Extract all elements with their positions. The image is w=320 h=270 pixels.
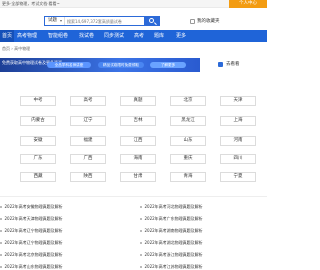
search-bar: 试题 (44, 16, 160, 26)
province-cell[interactable]: 河南 (220, 136, 256, 146)
bullet-icon (140, 266, 142, 268)
province-cell[interactable]: 内蒙古 (20, 116, 56, 126)
bullet-icon (140, 242, 142, 244)
list-item[interactable]: 2022年高考天津物理真题及解析 (0, 216, 63, 224)
list-item[interactable]: 2022年高考湖南物理真题及解析 (140, 228, 203, 236)
list-item[interactable]: 2022年高考湖北物理真题及解析 (140, 240, 203, 248)
bullet-icon (140, 206, 142, 208)
province-cell[interactable]: 真题 (120, 96, 156, 106)
main-nav: 首页 高考物理 智能组卷 找试卷 同步测试 高考 题库 更多 (0, 30, 267, 42)
province-cell[interactable]: 上海 (220, 116, 256, 126)
side-link[interactable]: 去看看 (218, 61, 240, 67)
province-cell[interactable]: 黑龙江 (170, 116, 206, 126)
province-cell[interactable]: 高考 (70, 96, 106, 106)
province-cell[interactable]: 山东 (170, 136, 206, 146)
site-slogan: 更多·全部物理，考试文档·看看~ (2, 1, 60, 6)
province-cell[interactable]: 西藏 (20, 172, 56, 182)
list-item[interactable]: 2022年高考安徽物理真题及解析 (0, 204, 63, 212)
list-item[interactable]: 2022年高考广东物理真题及解析 (140, 216, 203, 224)
nav-item-more[interactable]: 更多 (176, 30, 186, 42)
top-strip: 更多·全部物理，考试文档·看看~ 个人中心 (0, 0, 267, 8)
search-scope-select[interactable]: 试题 (45, 17, 65, 25)
list-item-label: 2022年高考广东物理真题及解析 (144, 216, 203, 221)
list-item[interactable]: 2022年高考浙江物理真题及解析 (140, 252, 203, 260)
list-item[interactable]: 2022年高考江苏物理真题及解析 (140, 264, 203, 270)
chevron-down-icon (60, 20, 62, 22)
promo-banner[interactable]: 免费获取高中物理试卷及更多资源 全品学科名师讲座 精品试卷限时免费领取 了解更多 (0, 58, 200, 72)
list-item-label: 2022年高考安徽物理真题及解析 (4, 204, 63, 209)
province-cell[interactable]: 北京 (170, 96, 206, 106)
province-cell[interactable]: 甘肃 (120, 172, 156, 182)
bullet-icon (0, 218, 2, 220)
nav-item-find-paper[interactable]: 找试卷 (79, 30, 94, 42)
list-item-label: 2022年高考湖南物理真题及解析 (144, 228, 203, 233)
user-center-button[interactable]: 个人中心 (229, 0, 267, 8)
list-item-label: 2022年高考湖北物理真题及解析 (144, 240, 203, 245)
province-cell[interactable]: 中考 (20, 96, 56, 106)
province-cell[interactable]: 四川 (220, 154, 256, 164)
province-cell[interactable]: 福建 (70, 136, 106, 146)
province-cell[interactable]: 天津 (220, 96, 256, 106)
province-cell[interactable]: 陕西 (70, 172, 106, 182)
nav-item-sync-test[interactable]: 同步测试 (104, 30, 124, 42)
province-cell[interactable]: 吉林 (120, 116, 156, 126)
banner-pill-free-papers[interactable]: 精品试卷限时免费领取 (98, 62, 144, 68)
list-item-label: 2022年高考江苏物理真题及解析 (144, 264, 203, 269)
search-icon-handle (153, 21, 156, 25)
bullet-icon (0, 242, 2, 244)
bullet-icon (140, 230, 142, 232)
province-cell[interactable]: 辽宁 (70, 116, 106, 126)
list-item[interactable]: 2022年高考辽宁物理真题及解析 (0, 240, 63, 248)
bullet-icon (0, 230, 2, 232)
header: 试题 我的收藏夹 (0, 8, 267, 30)
province-cell[interactable]: 广东 (20, 154, 56, 164)
search-input[interactable] (67, 17, 145, 25)
banner-pill-learn-more[interactable]: 了解更多 (150, 62, 186, 68)
bullet-icon (0, 254, 2, 256)
list-item-label: 2022年高考河北物理真题及解析 (144, 204, 203, 209)
search-scope-label: 试题 (48, 18, 57, 23)
province-cell[interactable]: 安徽 (20, 136, 56, 146)
province-cell[interactable]: 江西 (120, 136, 156, 146)
search-button[interactable] (144, 16, 160, 26)
list-item-label: 2022年高考天津物理真题及解析 (4, 216, 63, 221)
bullet-icon (140, 218, 142, 220)
grid-icon (218, 61, 223, 67)
province-cell[interactable]: 重庆 (170, 154, 206, 164)
bookmark-icon (190, 18, 195, 24)
nav-item-gaokao[interactable]: 高考 (134, 30, 144, 42)
nav-item-home[interactable]: 首页 (0, 30, 15, 42)
list-item-label: 2022年高考山东物理真题及解析 (4, 264, 63, 269)
nav-item-smart-paper[interactable]: 智能组卷 (48, 30, 68, 42)
list-item[interactable]: 2022年高考河北物理真题及解析 (140, 204, 203, 212)
province-cell[interactable]: 海南 (120, 154, 156, 164)
province-cell[interactable]: 青海 (170, 172, 206, 182)
list-item-label: 2022年高考北京物理真题及解析 (4, 252, 63, 257)
section-divider (0, 196, 267, 197)
favorites-link[interactable]: 我的收藏夹 (190, 17, 220, 25)
bullet-icon (140, 254, 142, 256)
favorites-label: 我的收藏夹 (197, 19, 220, 24)
nav-item-question-bank[interactable]: 题库 (154, 30, 164, 42)
bullet-icon (0, 266, 2, 268)
breadcrumb[interactable]: 首页 › 高中物理 (2, 46, 30, 52)
bullet-icon (0, 206, 2, 208)
list-item[interactable]: 2022年高考山东物理真题及解析 (0, 264, 63, 270)
banner-pill-lecture[interactable]: 全品学科名师讲座 (47, 62, 91, 68)
province-cell[interactable]: 广西 (70, 154, 106, 164)
list-item[interactable]: 2022年高考辽宁物理真题及解析 (0, 228, 63, 236)
promo-banner-area: 免费获取高中物理试卷及更多资源 全品学科名师讲座 精品试卷限时免费领取 了解更多… (0, 58, 267, 72)
list-item[interactable]: 2022年高考北京物理真题及解析 (0, 252, 63, 260)
list-item-label: 2022年高考辽宁物理真题及解析 (4, 228, 63, 233)
list-item-label: 2022年高考浙江物理真题及解析 (144, 252, 203, 257)
province-cell[interactable]: 宁夏 (220, 172, 256, 182)
nav-item-physics[interactable]: 高考物理 (17, 30, 37, 42)
side-link-label: 去看看 (226, 62, 240, 67)
list-item-label: 2022年高考辽宁物理真题及解析 (4, 240, 63, 245)
